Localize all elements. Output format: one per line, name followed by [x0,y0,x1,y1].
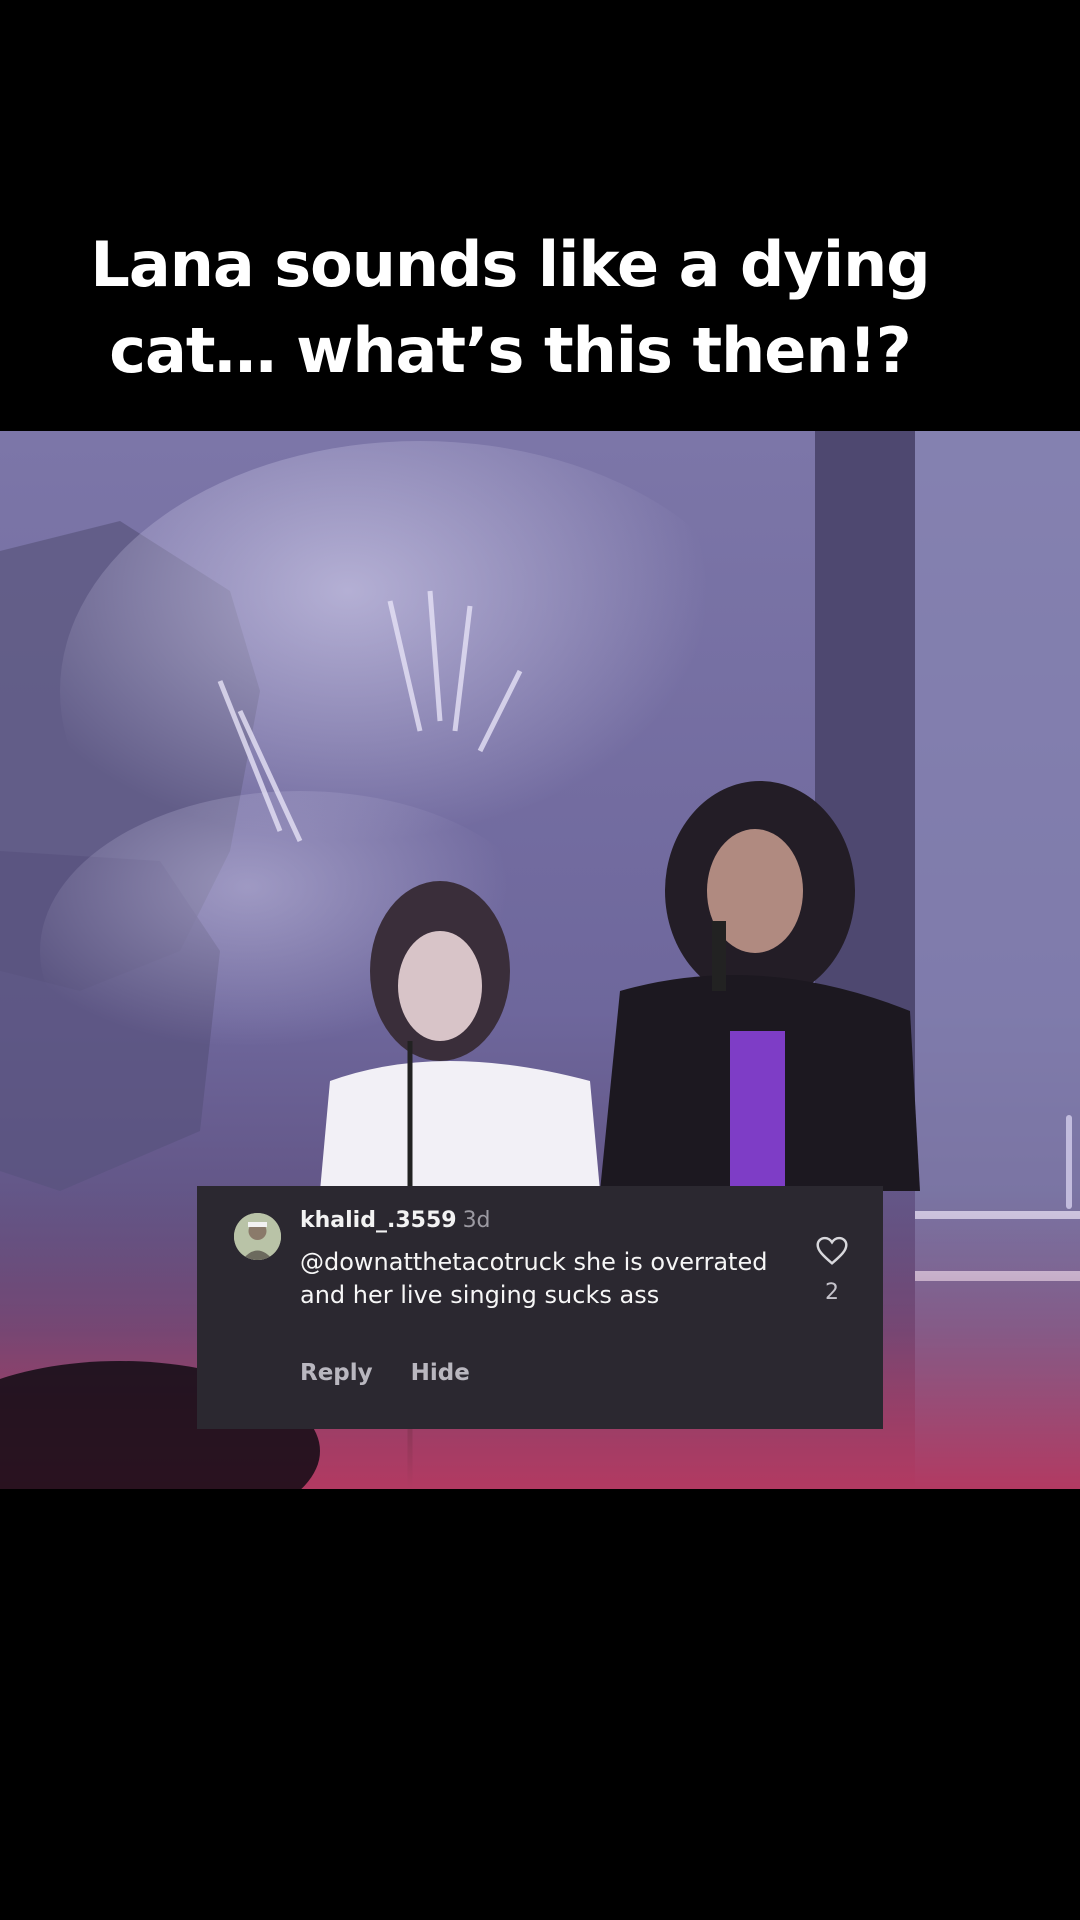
scroll-indicator[interactable] [1066,1115,1072,1209]
comment-text: @downatthetacotruck she is overrated and… [300,1248,768,1309]
like-count: 2 [825,1280,839,1305]
comment-time: 3d [462,1208,491,1233]
avatar-icon [234,1213,281,1260]
like-control[interactable]: 2 [808,1236,856,1305]
heart-outline-icon[interactable] [815,1236,849,1266]
hide-button[interactable]: Hide [411,1360,470,1386]
video-caption: Lana sounds like a dying cat… what’s thi… [90,228,930,387]
user-avatar[interactable] [234,1213,281,1260]
reply-button[interactable]: Reply [300,1360,373,1386]
comment-actions: Reply Hide [300,1360,500,1386]
username-text[interactable]: khalid_.3559 [300,1208,457,1233]
comment-reply-card: khalid_.3559 3d @downatthetacotruck she i… [197,1186,883,1429]
comment-username[interactable]: khalid_.3559 3d [300,1208,491,1233]
